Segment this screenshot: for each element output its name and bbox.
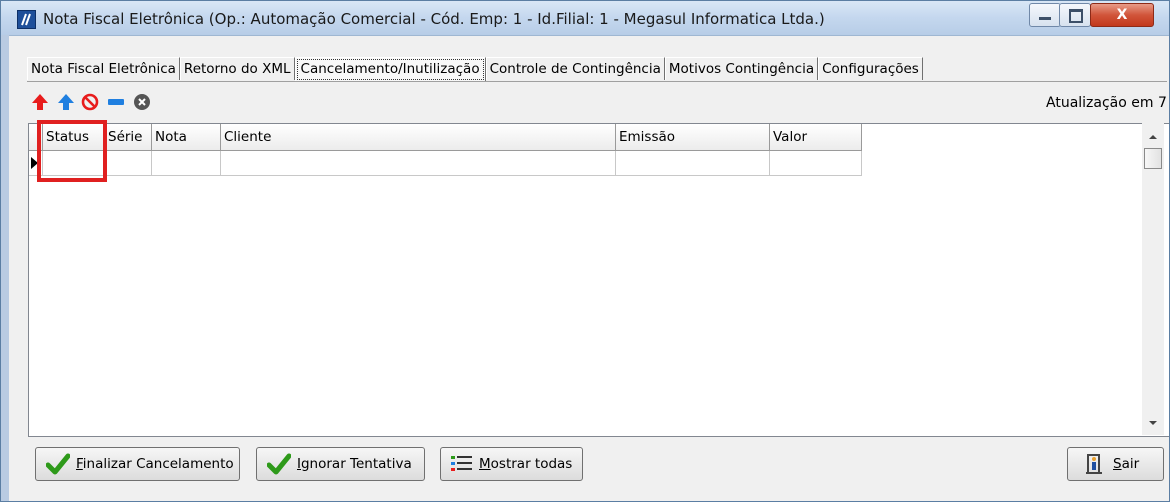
data-grid[interactable]: Status Série Nota Cliente Emissão Valor [28,123,1169,437]
show-all-label: Mostrar todas [479,456,573,472]
tab-retorno-xml[interactable]: Retorno do XML [179,57,295,80]
cell-cliente[interactable] [221,151,616,176]
arrow-up-red-icon[interactable] [31,93,49,111]
cell-serie[interactable] [105,151,152,176]
cell-valor[interactable] [770,151,862,176]
window-title: Nota Fiscal Eletrônica (Op.: Automação C… [43,10,825,28]
window-left-border [1,35,9,501]
minimize-button[interactable] [1029,3,1061,27]
scroll-up-icon[interactable] [1149,135,1157,139]
title-bar: Nota Fiscal Eletrônica (Op.: Automação C… [1,1,1169,36]
minus-icon[interactable] [107,93,125,111]
close-button[interactable]: X [1090,3,1154,27]
ignore-attempt-button[interactable]: Ignorar Tentativa [256,447,425,481]
maximize-button[interactable] [1059,3,1091,27]
finalize-cancel-button[interactable]: Finalizar Cancelamento [35,447,240,481]
app-window: Nota Fiscal Eletrônica (Op.: Automação C… [0,0,1170,502]
arrow-up-blue-icon[interactable] [57,93,75,111]
tab-controle-contingencia[interactable]: Controle de Contingência [485,57,665,80]
check-icon [266,453,292,479]
tab-strip: Nota Fiscal Eletrônica Retorno do XML Canc… [27,57,923,83]
list-icon [451,455,473,477]
column-header-valor[interactable]: Valor [770,124,862,151]
cell-nota[interactable] [152,151,221,176]
tab-nota-fiscal[interactable]: Nota Fiscal Eletrônica [27,57,180,80]
maximize-icon [1069,9,1083,23]
column-header-nota[interactable]: Nota [152,124,221,151]
tab-motivos-contingencia[interactable]: Motivos Contingência [664,57,819,80]
tab-cancelamento[interactable]: Cancelamento/Inutilização [294,57,486,82]
app-logo-icon [17,10,36,29]
ignore-attempt-label: Ignorar Tentativa [297,456,412,472]
exit-button[interactable]: Sair [1067,447,1164,481]
close-circle-icon[interactable] [133,93,151,111]
exit-label: Sair [1113,456,1140,472]
button-bar: Finalizar Cancelamento Ignorar Tentativa… [27,441,1169,489]
cell-emissao[interactable] [616,151,770,176]
finalize-cancel-label: Finalizar Cancelamento [76,456,234,472]
scroll-down-icon[interactable] [1149,421,1157,425]
no-entry-icon[interactable] [81,93,99,111]
column-header-emissao[interactable]: Emissão [616,124,770,151]
scroll-thumb[interactable] [1144,148,1162,169]
refresh-countdown: Atualização em 7 [1046,95,1167,111]
tab-divider [27,81,1167,82]
close-icon: X [1116,7,1128,23]
tab-configuracoes[interactable]: Configurações [818,57,923,80]
column-header-cliente[interactable]: Cliente [221,124,616,151]
show-all-button[interactable]: Mostrar todas [440,447,583,481]
minimize-icon [1039,17,1051,20]
exit-door-icon [1086,453,1106,479]
vertical-scrollbar[interactable] [1142,123,1164,435]
status-column-highlight [37,120,107,182]
check-icon [45,453,71,479]
column-header-serie[interactable]: Série [105,124,152,151]
